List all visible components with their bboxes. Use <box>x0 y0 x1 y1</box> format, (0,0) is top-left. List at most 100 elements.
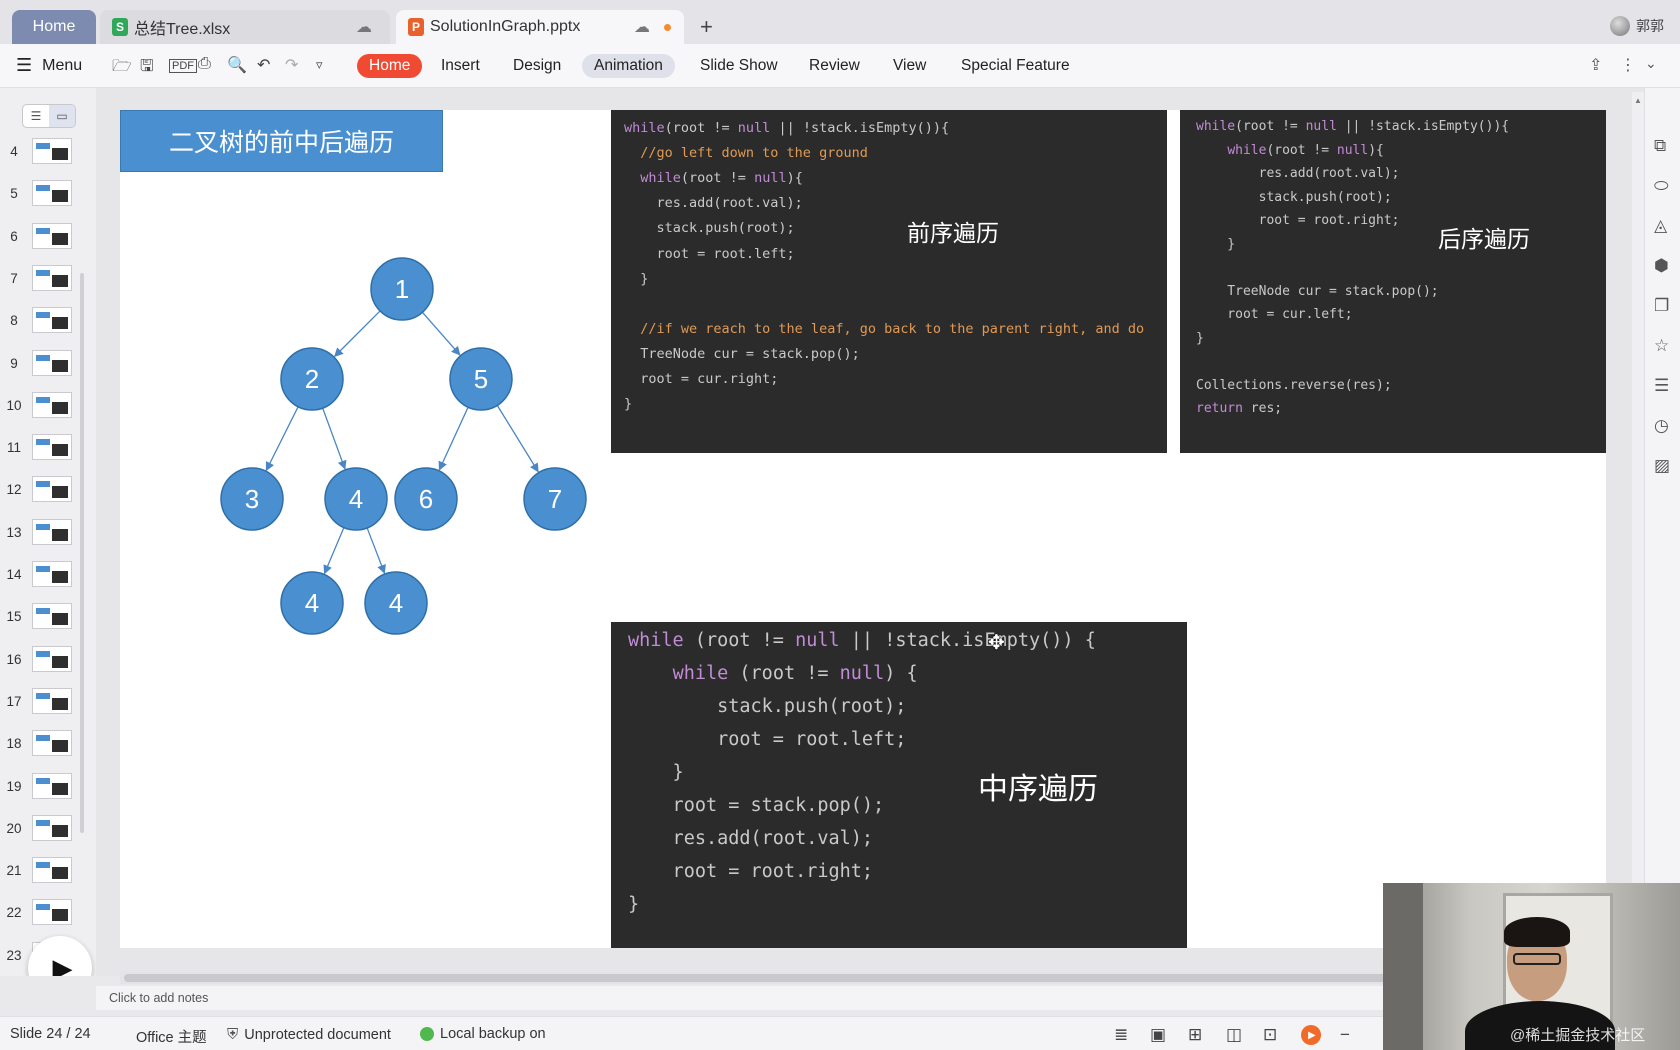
backup-status[interactable]: Local backup on <box>420 1026 546 1042</box>
tree-node[interactable]: 1 <box>370 257 434 321</box>
slide-number: 5 <box>10 186 18 202</box>
share-icon[interactable]: ⇪ <box>1589 55 1602 75</box>
reading-view-icon[interactable]: ◫ <box>1226 1025 1242 1045</box>
normal-view-icon[interactable]: ▣ <box>1150 1025 1166 1045</box>
tab-xlsx-file[interactable]: S 总结Tree.xlsx ☁ <box>100 10 390 44</box>
slide-thumbnail[interactable]: 22 <box>0 895 96 935</box>
slide[interactable]: 二叉树的前中后遍历 125346744 while(root != null |… <box>120 110 1606 948</box>
new-tab-button[interactable]: + <box>700 14 713 40</box>
tree-node[interactable]: 4 <box>280 571 344 635</box>
tree-node[interactable]: 3 <box>220 467 284 531</box>
tree-node[interactable]: 7 <box>523 467 587 531</box>
scroll-up-icon[interactable]: ▲ <box>1634 96 1642 105</box>
more-options-icon[interactable]: ⋮ <box>1620 55 1636 75</box>
slide-number: 16 <box>6 651 22 667</box>
image-icon[interactable]: ▨ <box>1654 456 1670 476</box>
slide-thumbnail-image <box>32 899 72 926</box>
slideshow-play-icon[interactable]: ▶ <box>1301 1025 1321 1045</box>
pdf-export-icon[interactable]: PDF <box>169 59 197 73</box>
slide-thumbnail-image <box>32 222 72 249</box>
slide-thumbnail[interactable]: 5 <box>0 176 96 216</box>
menu-button[interactable]: ☰ Menu <box>16 55 82 76</box>
code-line: res.add(root.val); <box>624 195 803 212</box>
ribbon-tab-home[interactable]: Home <box>357 54 423 78</box>
ribbon-tab-view[interactable]: View <box>881 54 938 78</box>
code-line: res.add(root.val); <box>628 828 874 849</box>
redo-icon[interactable]: ↷ <box>285 55 298 75</box>
undo-icon[interactable]: ↶ <box>257 55 270 75</box>
preorder-code-block[interactable]: while(root != null || !stack.isEmpty()){… <box>611 110 1167 453</box>
design-ideas-icon[interactable]: ⧉ <box>1654 136 1666 156</box>
cloud-icon: ☁ <box>356 19 372 36</box>
outline-view-icon[interactable]: ☰ <box>23 105 49 127</box>
print-preview-icon[interactable]: 🔍 <box>227 55 247 75</box>
code-line: } <box>1196 236 1236 252</box>
slide-number: 7 <box>10 270 18 286</box>
postorder-caption: 后序遍历 <box>1438 227 1530 253</box>
theme-name[interactable]: Office 主题 <box>136 1026 207 1047</box>
slide-number: 15 <box>6 609 22 625</box>
horizontal-scrollbar[interactable] <box>120 972 1600 984</box>
slide-number: 23 <box>6 947 22 963</box>
slide-thumbnail[interactable]: 21 <box>0 853 96 893</box>
code-line: while(root != null || !stack.isEmpty()){ <box>1196 119 1510 134</box>
ribbon-tab-animation[interactable]: Animation <box>582 54 675 78</box>
settings-sliders-icon[interactable]: ☰ <box>1654 376 1669 396</box>
tree-node[interactable]: 5 <box>449 347 513 411</box>
avatar <box>1610 16 1630 36</box>
notes-toggle-icon[interactable]: ≣ <box>1114 1025 1128 1045</box>
code-line: root = root.left; <box>628 729 907 750</box>
right-sidebar: ⧉ ⬭ ◬ ⬢ ❐ ☆ ☰ ◷ ▨ <box>1644 88 1680 976</box>
presenter-view-icon[interactable]: ⊡ <box>1263 1025 1277 1045</box>
animation-star-icon[interactable]: ☆ <box>1654 336 1669 356</box>
tree-node[interactable]: 4 <box>324 467 388 531</box>
thumbnail-scrollbar[interactable] <box>80 273 84 833</box>
panel-view-toggle[interactable]: ☰ ▭ <box>22 104 76 128</box>
vertical-scrollbar[interactable]: ▲ <box>1632 92 1644 952</box>
layout-icon[interactable]: ⬢ <box>1654 256 1669 276</box>
code-line: stack.push(root); <box>628 696 907 717</box>
slide-thumbnail-image <box>32 857 72 884</box>
chevron-down-icon[interactable]: ⌄ <box>1645 55 1657 72</box>
history-icon[interactable]: ◷ <box>1654 416 1669 436</box>
ribbon-tab-slide-show[interactable]: Slide Show <box>688 54 790 78</box>
tree-node-label: 4 <box>349 484 363 514</box>
save-icon[interactable]: 🖫 <box>140 55 154 82</box>
cloud-icon: ☁ <box>634 19 650 36</box>
ribbon-tab-review[interactable]: Review <box>797 54 872 78</box>
thumbnail-view-icon[interactable]: ▭ <box>49 105 75 127</box>
print-icon[interactable]: ⎙ <box>198 55 211 73</box>
slide-thumbnail[interactable]: 6 <box>0 219 96 259</box>
slide-thumbnail-image <box>32 518 72 545</box>
document-protection[interactable]: ⛨ Unprotected document <box>227 1026 391 1043</box>
ribbon-tab-special-feature[interactable]: Special Feature <box>949 54 1082 78</box>
inorder-code-block[interactable]: while (root != null || !stack.isEmpty())… <box>611 622 1187 948</box>
code-line: return res; <box>1196 401 1283 416</box>
tree-node-label: 7 <box>548 484 562 514</box>
user-account[interactable]: 郭郭 <box>1610 16 1664 36</box>
slide-thumbnail-image <box>32 180 72 207</box>
slides-icon[interactable]: ❐ <box>1654 296 1669 316</box>
tree-edge-arrow <box>265 406 299 472</box>
open-folder-icon[interactable]: 🗁 <box>112 55 132 82</box>
slide-thumbnail[interactable]: 4 <box>0 134 96 174</box>
slide-number: 6 <box>10 228 18 244</box>
tab-home[interactable]: Home <box>12 10 96 44</box>
zoom-out-icon[interactable]: − <box>1340 1025 1350 1045</box>
ribbon-tab-design[interactable]: Design <box>501 54 573 78</box>
menu-label: Menu <box>42 56 83 74</box>
customize-dropdown-icon[interactable]: ▿ <box>316 57 323 73</box>
tab-pptx-file[interactable]: P SolutionInGraph.pptx ☁ <box>396 10 684 44</box>
postorder-code-block[interactable]: while(root != null || !stack.isEmpty()){… <box>1180 110 1606 453</box>
tree-node[interactable]: 2 <box>280 347 344 411</box>
horizontal-scroll-thumb[interactable] <box>124 974 1444 982</box>
fill-icon[interactable]: ◬ <box>1654 216 1667 236</box>
tab-xlsx-label: 总结Tree.xlsx <box>134 21 231 38</box>
tree-node[interactable]: 4 <box>364 571 428 635</box>
slide-number: 13 <box>6 524 22 540</box>
ribbon-tab-insert[interactable]: Insert <box>429 54 492 78</box>
shapes-icon[interactable]: ⬭ <box>1654 176 1669 196</box>
tree-node[interactable]: 6 <box>394 467 458 531</box>
tree-edge-arrow <box>333 310 381 358</box>
slide-sorter-icon[interactable]: ⊞ <box>1188 1025 1202 1045</box>
